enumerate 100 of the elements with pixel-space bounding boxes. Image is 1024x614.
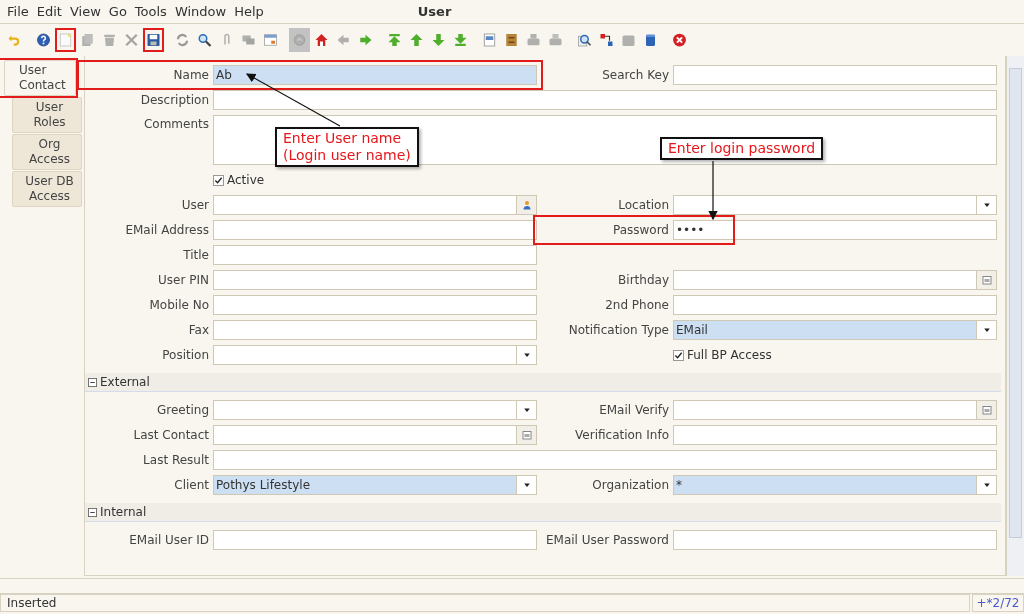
field-label: EMail Verify [598,402,669,419]
dropdown-field[interactable]: EMail [673,320,997,340]
bin-icon [102,32,117,48]
text-field[interactable] [213,295,537,315]
blank-page-icon [58,32,73,48]
up-arrow-icon [409,32,424,48]
lookup-button[interactable] [516,196,536,214]
field-label: Organization [591,477,669,494]
field-label: EMail User ID [128,532,209,549]
text-field[interactable] [673,295,997,315]
text-field[interactable] [213,245,537,265]
field-label: Location [617,197,669,214]
text-field[interactable] [673,530,997,550]
field-label: Mobile No [148,297,209,314]
caret-icon [982,326,991,334]
menu-item[interactable]: View [65,0,105,24]
field-label: Notification Type [567,322,669,339]
dropdown-field[interactable]: * [673,475,997,495]
checkbox[interactable] [213,174,224,186]
checkbox[interactable] [673,349,684,361]
caret-icon [982,481,991,489]
field-label: Position [161,347,209,364]
menu-item[interactable]: Tools [130,0,171,24]
menu-item[interactable]: Help [230,0,268,24]
text-field[interactable] [673,65,997,85]
callout: Enter login password [660,137,824,160]
checkbox-label: Full BP Access [687,347,772,364]
dropdown-button[interactable] [976,321,996,339]
date-field[interactable] [213,425,537,445]
cross-icon [124,32,139,48]
report-icon [482,32,497,48]
field-label: Name [172,67,209,84]
caret-icon [522,481,531,489]
field-label: Last Result [142,452,209,469]
close-icon [672,32,687,48]
field-label: Comments [142,116,209,133]
check-icon [674,350,683,360]
field-label: User [180,197,209,214]
text-field[interactable]: Ab [213,65,537,85]
search-icon [197,32,212,48]
magnifier-icon [577,32,592,48]
table-icon [263,32,278,48]
refresh-icon [175,32,190,48]
dropdown-field[interactable] [673,195,997,215]
calendar-button[interactable] [976,271,996,289]
field-label: User PIN [157,272,209,289]
text-field[interactable] [673,425,997,445]
lookup-field[interactable] [213,195,537,215]
blank-page-button[interactable] [55,28,76,52]
date-field[interactable] [673,270,997,290]
side-tab[interactable]: Org Access [12,134,82,170]
cube-icon [643,32,658,48]
checkbox-label: Active [227,172,265,189]
text-field[interactable] [213,320,537,340]
field-label: Birthday [617,272,669,289]
date-field[interactable] [673,400,997,420]
person-icon [521,200,532,210]
field-label: EMail Address [124,222,209,239]
dropdown-button[interactable] [516,476,536,494]
scrollbar[interactable] [1006,56,1024,576]
section-title: Internal [100,504,147,521]
left-arrow-icon [336,32,351,48]
side-tab[interactable]: User Contact [4,60,76,96]
text-field[interactable] [213,90,997,110]
help-icon [36,32,51,48]
status-message: Inserted [0,594,970,612]
text-field[interactable] [213,530,537,550]
menu-item[interactable]: Window [170,0,231,24]
field-label: Client [173,477,209,494]
collapse-icon[interactable] [88,377,97,387]
calendar-button[interactable] [516,426,536,444]
password-field[interactable]: •••• [673,220,997,240]
callout: Enter User name (Login user name) [275,127,419,167]
dropdown-button[interactable] [976,476,996,494]
text-field[interactable] [213,220,537,240]
section-title: External [100,374,150,391]
menu-item[interactable]: Edit [32,0,66,24]
caret-icon [522,406,531,414]
window-title: User [417,2,452,21]
side-tab[interactable]: User DB Access [12,171,82,207]
down-arrow-icon [431,32,446,48]
field-label: Fax [187,322,209,339]
dropdown-field[interactable] [213,400,537,420]
field-label: EMail User Password [545,532,669,549]
printer-icon [548,32,563,48]
caret-icon [982,201,991,209]
text-field[interactable] [213,450,997,470]
top-arrow-icon [387,32,402,48]
floppy-disk-button[interactable] [143,28,164,52]
side-tab[interactable]: User Roles [12,97,82,133]
collapse-icon[interactable] [88,507,97,517]
house-icon [314,32,329,48]
record-counter: +*2/72 [972,594,1024,612]
menu-item[interactable]: Go [104,0,131,24]
calendar-button[interactable] [976,401,996,419]
menu-item[interactable]: File [3,0,33,24]
dropdown-field[interactable]: Pothys Lifestyle [213,475,537,495]
dropdown-field[interactable] [213,345,537,365]
text-field[interactable] [213,270,537,290]
history-icon [292,32,307,48]
